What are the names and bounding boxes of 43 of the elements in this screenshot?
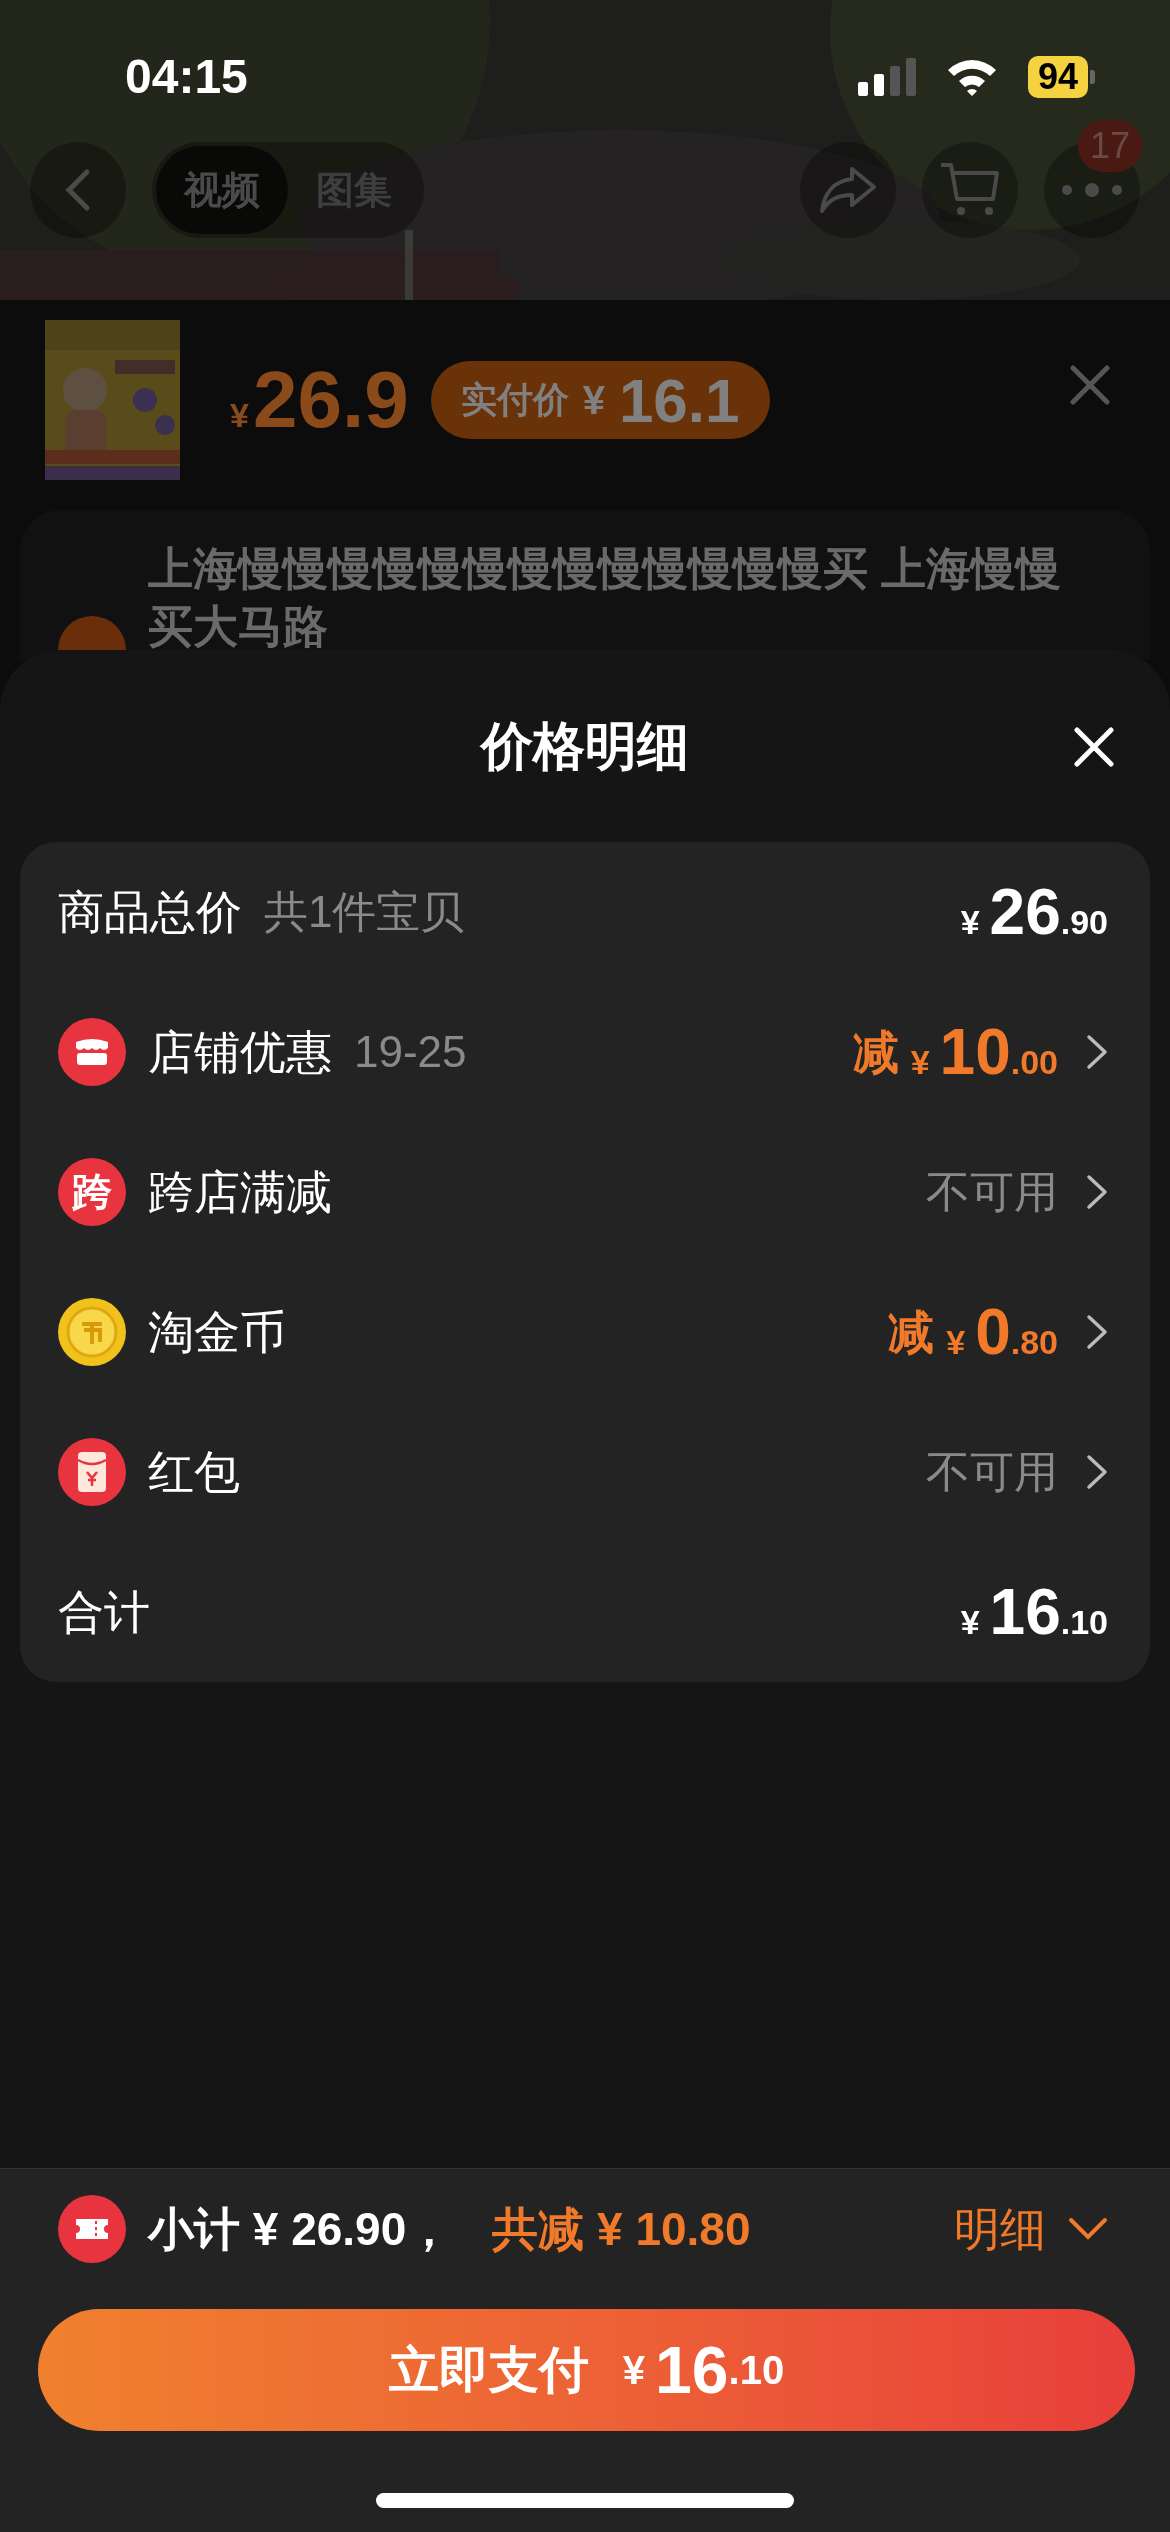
row-label: 商品总价 [58, 884, 242, 940]
location-icon [58, 616, 126, 650]
discount-label: 减 [888, 1304, 935, 1360]
store-icon [58, 1018, 126, 1086]
battery-level: 94 [1027, 56, 1088, 98]
row-label: 店铺优惠 [148, 1024, 332, 1080]
subtotal-text: 小计 ¥ 26.90， [148, 2201, 453, 2257]
status-time: 04:15 [125, 53, 248, 101]
coin-icon [58, 1298, 126, 1366]
total-discount-text: 共减 ¥ 10.80 [492, 2201, 751, 2257]
product-price: ¥26.9 [230, 360, 409, 440]
address-card[interactable]: 上海慢慢慢慢慢慢慢慢慢慢慢慢慢买 上海慢慢买大马路 [20, 510, 1150, 660]
chevron-right-icon [1086, 1454, 1108, 1490]
more-icon [1060, 183, 1124, 197]
chevron-right-icon [1086, 1174, 1108, 1210]
row-note: 19-25 [354, 1026, 467, 1078]
status-text: 不可用 [926, 1446, 1058, 1498]
cross-store-badge: 跨 [58, 1158, 126, 1226]
price-amount: ¥10.00 [910, 1020, 1058, 1084]
pay-now-button[interactable]: 立即支付 ¥16.10 [38, 2309, 1135, 2431]
price-amount: ¥0.80 [946, 1300, 1058, 1364]
envelope-icon [58, 1438, 126, 1506]
price-amount: ¥16.10 [960, 1580, 1108, 1644]
chevron-right-icon [1086, 1314, 1108, 1350]
row-label: 红包 [148, 1444, 240, 1500]
row-note: 共1件宝贝 [264, 886, 465, 938]
price-amount: ¥26.90 [960, 880, 1108, 944]
row-label: 合计 [58, 1584, 150, 1640]
media-tab[interactable]: 视频 [156, 146, 288, 234]
address-text: 上海慢慢慢慢慢慢慢慢慢慢慢慢慢买 上海慢慢买大马路 [148, 542, 1062, 654]
status-text: 不可用 [926, 1166, 1058, 1218]
chevron-right-icon [1086, 1034, 1108, 1070]
sheet-title: 价格明细 [481, 716, 689, 777]
row-label: 淘金币 [148, 1304, 286, 1360]
signal-icon [857, 58, 916, 96]
chevron-down-icon [1068, 2217, 1108, 2241]
discount-label: 减 [852, 1024, 899, 1080]
share-icon [818, 165, 878, 215]
battery-tip [1090, 70, 1095, 84]
row-label: 跨店满减 [148, 1164, 332, 1220]
ticket-icon [58, 2195, 126, 2263]
actual-price-tag: 实付价 ¥ 16.1 [430, 361, 770, 439]
details-toggle[interactable]: 明细 [954, 2194, 1108, 2264]
